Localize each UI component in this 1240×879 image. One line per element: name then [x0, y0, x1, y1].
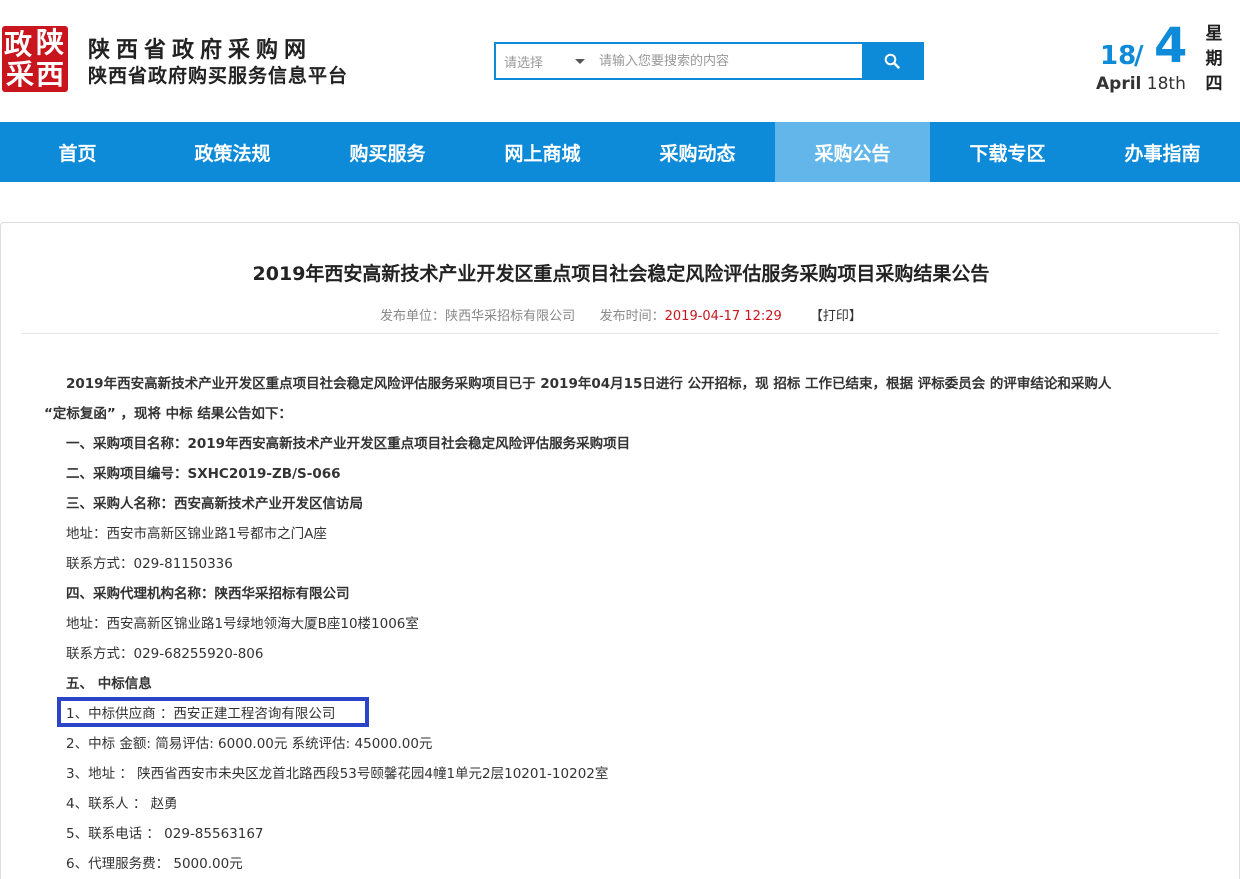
winner-amount: 2、中标 金额: 简易评估: 6000.00元 系统评估: 45000.00元 [66, 736, 433, 752]
date-ordinal: 18th [1146, 74, 1186, 94]
search-icon [884, 53, 900, 69]
nav-item-downloads[interactable]: 下载专区 [930, 122, 1085, 182]
divider [21, 333, 1219, 334]
logo-char: 西 [36, 58, 65, 91]
article-meta: 发布单位：陕西华采招标有限公司 发布时间：2019-04-17 12:29 【打… [1, 305, 1240, 324]
purchaser-contact: 联系方式：029-81150336 [66, 556, 233, 572]
article-title: 2019年西安高新技术产业开发区重点项目社会稳定风险评估服务采购项目采购结果公告 [252, 263, 990, 285]
nav-item-policy[interactable]: 政策法规 [155, 122, 310, 182]
nav-item-mall[interactable]: 网上商城 [465, 122, 620, 182]
purchaser-name: 三、采购人名称：西安高新技术产业开发区信访局 [66, 496, 363, 512]
search-category-select[interactable]: 请选择 [496, 44, 591, 78]
nav-item-announcements[interactable]: 采购公告 [775, 122, 930, 182]
search-category-placeholder: 请选择 [504, 55, 544, 71]
weekday-char: 四 [1205, 74, 1223, 94]
search-button[interactable] [862, 44, 922, 78]
publisher: 发布单位：陕西华采招标有限公司 [380, 309, 575, 324]
publish-time: 发布时间：2019-04-17 12:29 [600, 309, 782, 324]
date-weekday: 星 期 四 [1204, 22, 1224, 97]
site-logo[interactable]: 政 陕 采 西 [2, 26, 68, 92]
agency-name: 四、采购代理机构名称：陕西华采招标有限公司 [66, 586, 350, 602]
site-header: 政 陕 采 西 陕西省政府采购网 陕西省政府购买服务信息平台 请选择 18 / … [0, 0, 1240, 122]
nav-item-guide[interactable]: 办事指南 [1085, 122, 1240, 182]
winner-address: 3、地址 ： 陕西省西安市未央区龙首北路西段53号颐馨花园4幢1单元2层1020… [66, 766, 609, 782]
agency-address: 地址：西安高新区锦业路1号绿地领海大厦B座10楼1006室 [66, 616, 419, 632]
weekday-char: 期 [1205, 49, 1223, 69]
publisher-label: 发布单位： [380, 309, 446, 324]
intro-paragraph-cont: “定标复函” ，现将 中标 结果公告如下： [44, 406, 292, 422]
winner-contact: 4、联系人 ： 赵勇 [66, 796, 178, 812]
logo-char: 政 [4, 28, 33, 61]
site-subtitle: 陕西省政府购买服务信息平台 [88, 65, 349, 87]
publish-time-value: 2019-04-17 12:29 [664, 309, 782, 324]
chevron-down-icon [575, 58, 585, 64]
print-link[interactable]: 【打印】 [810, 309, 862, 324]
weekday-char: 星 [1205, 24, 1223, 44]
site-name[interactable]: 陕西省政府采购网 [88, 32, 312, 64]
highlight-box [57, 697, 369, 727]
nav-item-home[interactable]: 首页 [0, 122, 155, 182]
date-slash: / [1134, 41, 1144, 71]
logo-char: 采 [6, 58, 35, 91]
nav-item-services[interactable]: 购买服务 [310, 122, 465, 182]
project-name: 一、采购项目名称：2019年西安高新技术产业开发区重点项目社会稳定风险评估服务采… [66, 436, 631, 452]
winner-heading: 五、 中标信息 [66, 676, 152, 692]
intro-paragraph: 2019年西安高新技术产业开发区重点项目社会稳定风险评估服务采购项目已于 201… [66, 376, 1112, 392]
nav-item-news[interactable]: 采购动态 [620, 122, 775, 182]
date-month-name: April [1096, 74, 1142, 94]
date-day: 18 [1100, 41, 1137, 71]
project-number: 二、采购项目编号：SXHC2019-ZB/S-066 [66, 466, 341, 482]
main-nav: 首页 政策法规 购买服务 网上商城 采购动态 采购公告 下载专区 办事指南 [0, 122, 1240, 182]
search-bar: 请选择 [494, 42, 924, 80]
purchaser-address: 地址：西安市高新区锦业路1号都市之门A座 [66, 526, 327, 542]
date-widget: 18 / 4 April 18th 星 期 四 [1090, 20, 1230, 100]
date-month: 4 [1154, 18, 1188, 74]
logo-char: 陕 [36, 26, 65, 59]
publisher-value: 陕西华采招标有限公司 [445, 309, 576, 324]
date-english: April 18th [1096, 74, 1186, 94]
agency-fee: 6、代理服务费： 5000.00元 [66, 856, 243, 872]
agency-contact: 联系方式：029-68255920-806 [66, 646, 264, 662]
search-input[interactable] [591, 44, 862, 78]
winner-phone: 5、联系电话 ： 029-85563167 [66, 826, 264, 842]
publish-time-label: 发布时间： [599, 309, 665, 324]
